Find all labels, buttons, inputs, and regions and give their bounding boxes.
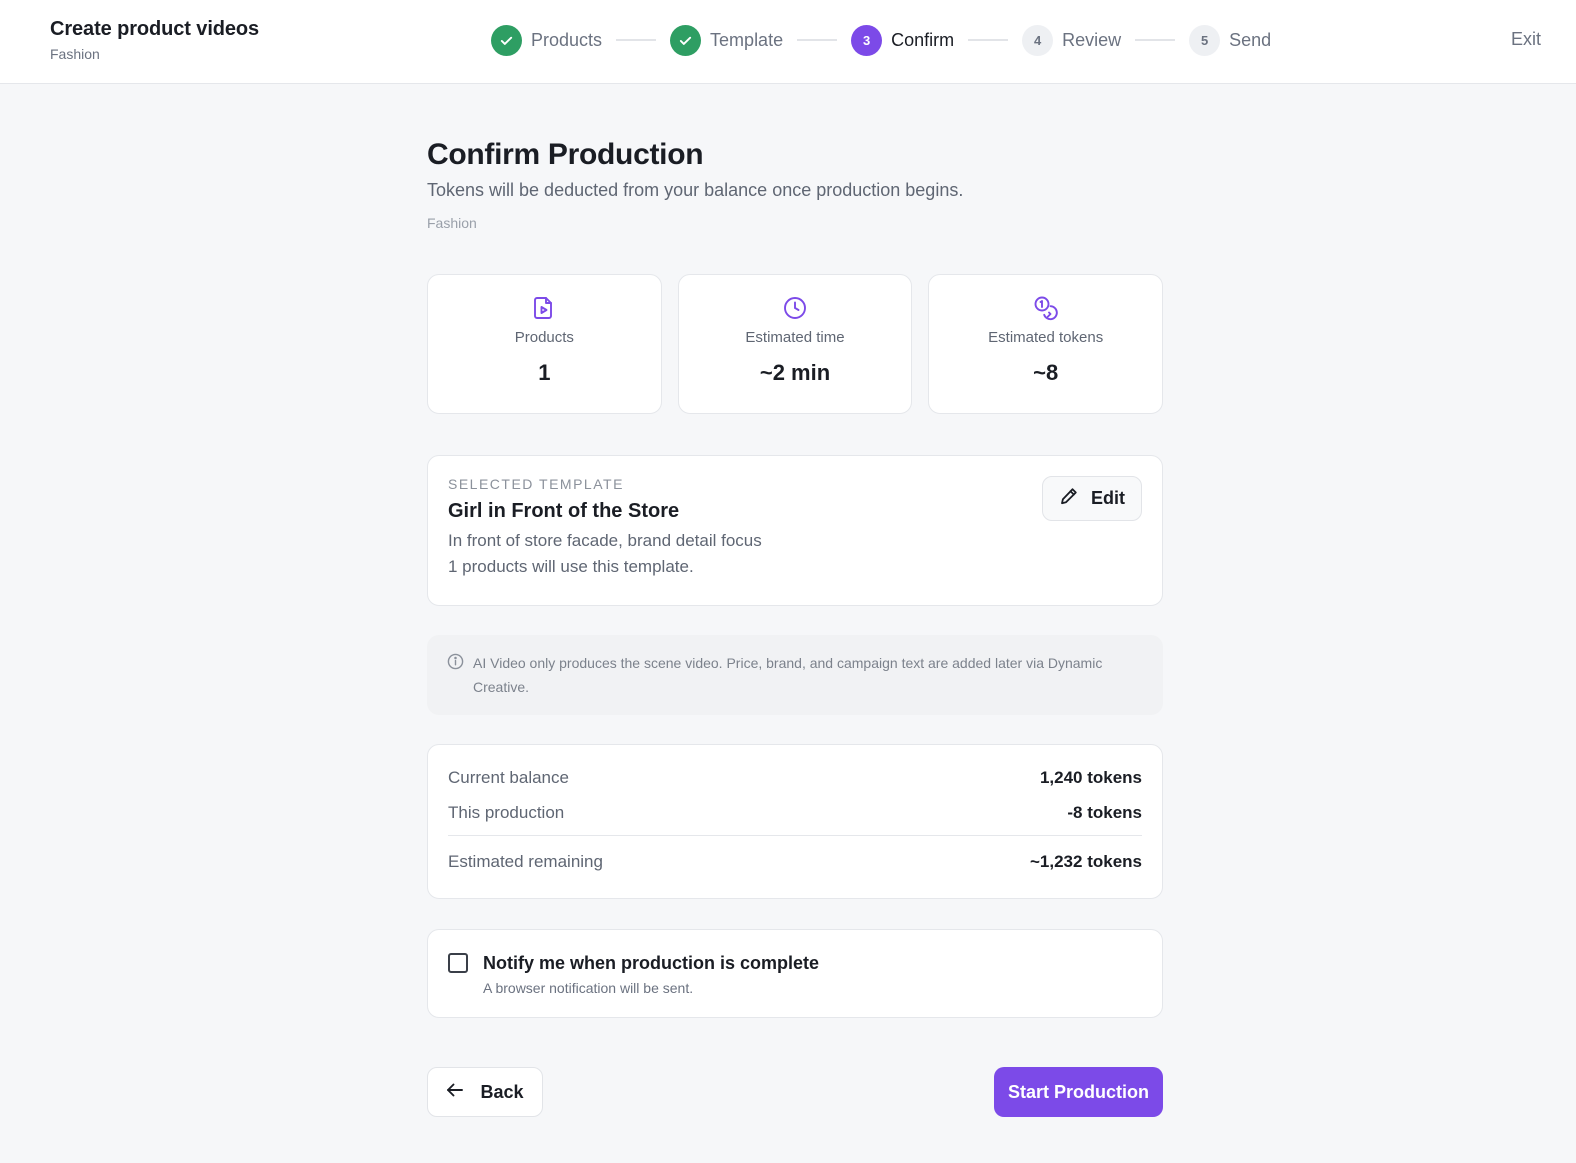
step-number: 3: [851, 24, 883, 56]
step-number: 4: [1022, 24, 1054, 56]
stat-value: ~8: [1033, 360, 1059, 385]
balance-row-current: Current balance 1,240 tokens: [448, 768, 1142, 788]
balance-value: ~1,232 tokens: [1030, 852, 1142, 871]
step-products[interactable]: Products: [491, 24, 603, 56]
step-confirm[interactable]: 3 Confirm: [851, 24, 955, 56]
back-button[interactable]: Back: [427, 1067, 543, 1117]
stat-card-products: Products 1: [427, 274, 662, 414]
info-icon: [447, 653, 464, 677]
stat-label: Estimated time: [745, 329, 845, 346]
step-send[interactable]: 5 Send: [1189, 24, 1272, 56]
step-template[interactable]: Template: [670, 24, 784, 56]
balance-value: 1,240 tokens: [1039, 768, 1142, 787]
balance-label: Estimated remaining: [448, 852, 603, 871]
divider: [448, 835, 1142, 836]
top-bar: Create product videos Fashion Products T…: [0, 0, 1576, 84]
step-connector: [968, 39, 1009, 41]
coins-icon: [1033, 295, 1059, 321]
notify-hint: A browser notification will be sent.: [483, 980, 694, 996]
edit-label: Edit: [1091, 488, 1125, 508]
step-label: Products: [531, 29, 603, 50]
token-balance-card: Current balance 1,240 tokens This produc…: [427, 744, 1163, 899]
step-connector: [616, 39, 657, 41]
step-review[interactable]: 4 Review: [1022, 24, 1122, 56]
page-description: Tokens will be deducted from your balanc…: [427, 180, 964, 200]
clock-icon: [783, 295, 807, 321]
stat-label: Products: [514, 329, 574, 346]
step-label: Confirm: [891, 29, 955, 50]
notify-label[interactable]: Notify me when production is complete: [483, 953, 819, 974]
video-file-icon: [533, 295, 555, 321]
balance-row-production: This production -8 tokens: [448, 803, 1142, 823]
check-icon: [670, 24, 702, 56]
balance-value: -8 tokens: [1067, 803, 1142, 822]
app-title: Create product videos: [50, 18, 260, 40]
page-title: Confirm Production: [427, 138, 704, 171]
balance-label: Current balance: [448, 768, 569, 787]
exit-button[interactable]: Exit: [1511, 29, 1541, 50]
step-label: Review: [1062, 29, 1122, 50]
balance-row-remaining: Estimated remaining ~1,232 tokens: [448, 852, 1142, 872]
confirm-panel: Confirm Production Tokens will be deduct…: [427, 138, 1164, 1117]
arrow-left-icon: [446, 1082, 464, 1103]
notify-checkbox[interactable]: [448, 953, 468, 973]
stat-card-time: Estimated time ~2 min: [677, 274, 913, 414]
balance-label: This production: [448, 803, 565, 822]
section-kicker: SELECTED TEMPLATE: [448, 476, 624, 492]
check-icon: [491, 24, 522, 56]
step-number: 5: [1189, 24, 1221, 56]
stat-value: 1: [538, 360, 551, 385]
template-usage: 1 products will use this template.: [448, 557, 694, 576]
step-connector: [797, 39, 838, 41]
info-note: AI Video only produces the scene video. …: [427, 635, 1163, 715]
selected-template-card: SELECTED TEMPLATE Girl in Front of the S…: [427, 455, 1163, 606]
info-text: AI Video only produces the scene video. …: [473, 655, 1103, 695]
pencil-icon: [1059, 486, 1079, 511]
start-production-button[interactable]: Start Production: [994, 1067, 1163, 1117]
app-subtitle: Fashion: [50, 46, 100, 62]
category-label: Fashion: [427, 215, 477, 231]
step-label: Template: [710, 29, 784, 50]
summary-stats: Products 1 Estimated time ~2 min Estimat…: [427, 274, 1164, 414]
back-label: Back: [480, 1081, 524, 1102]
stat-label: Estimated tokens: [988, 329, 1104, 346]
template-description: In front of store facade, brand detail f…: [448, 531, 762, 550]
step-label: Send: [1229, 29, 1272, 50]
progress-stepper: Products Template 3 Confirm 4 Review 5 S…: [491, 24, 1271, 56]
edit-template-button[interactable]: Edit: [1042, 476, 1142, 521]
template-name: Girl in Front of the Store: [448, 500, 680, 522]
stat-value: ~2 min: [759, 360, 831, 385]
step-connector: [1135, 39, 1176, 41]
notify-option-card[interactable]: Notify me when production is complete A …: [427, 929, 1163, 1018]
stat-card-tokens: Estimated tokens ~8: [928, 274, 1164, 414]
